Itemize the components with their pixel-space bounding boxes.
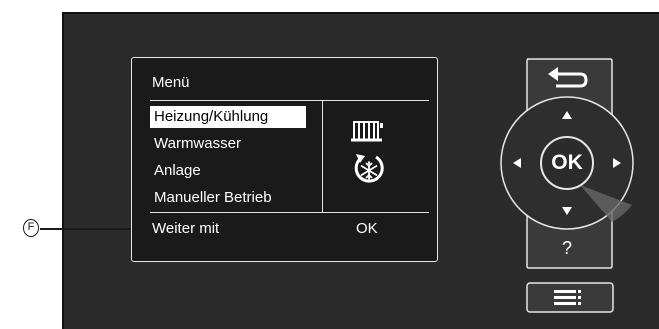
ok-button[interactable] <box>540 136 594 190</box>
navigation-controls <box>500 58 634 313</box>
